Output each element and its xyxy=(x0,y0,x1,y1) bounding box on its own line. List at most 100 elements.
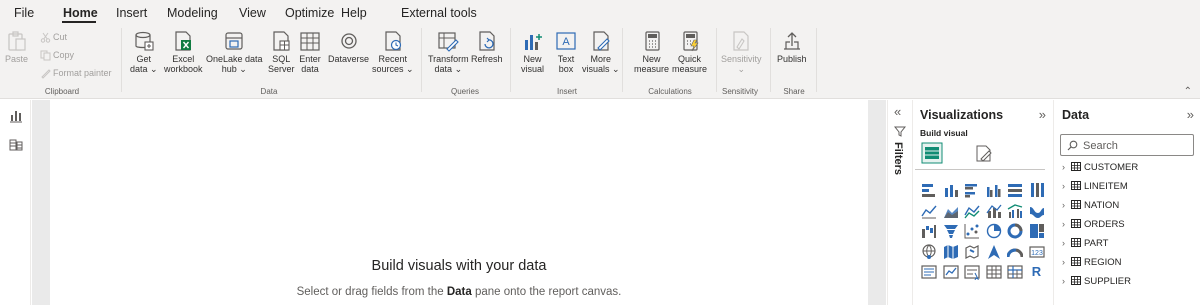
new-visual-button[interactable]: New visual xyxy=(521,30,544,74)
data-table-row[interactable]: › SUPPLIER xyxy=(1062,276,1131,292)
funnel-icon[interactable] xyxy=(943,223,959,239)
report-view-icon[interactable] xyxy=(8,108,24,124)
stacked-area-chart-icon[interactable] xyxy=(964,203,980,219)
clustered-column-chart-icon[interactable] xyxy=(986,182,1002,198)
donut-chart-icon[interactable] xyxy=(1007,223,1023,239)
tab-home[interactable]: Home xyxy=(63,6,98,20)
canvas-subtitle-text-2: pane onto the report canvas. xyxy=(471,286,622,298)
waterfall-chart-icon[interactable] xyxy=(921,223,937,239)
quick-measure-label-2: measure xyxy=(672,64,708,74)
tab-modeling[interactable]: Modeling xyxy=(167,6,218,20)
enter-data-button[interactable]: Enter data xyxy=(299,30,321,74)
shape-map-icon[interactable] xyxy=(964,244,980,260)
table-icon xyxy=(1071,257,1081,266)
data-table-row[interactable]: › CUSTOMER xyxy=(1062,162,1138,178)
stacked-column-chart-icon[interactable] xyxy=(943,182,959,198)
data-search-box xyxy=(1060,134,1194,156)
data-table-row[interactable]: › REGION xyxy=(1062,257,1121,273)
azure-map-icon[interactable] xyxy=(986,244,1002,260)
sql-server-icon xyxy=(273,31,290,51)
chevron-right-icon[interactable]: › xyxy=(1062,276,1071,286)
transform-data-button[interactable]: Transform data ⌄ xyxy=(428,30,469,74)
area-chart-icon[interactable] xyxy=(943,203,959,219)
copy-button[interactable]: Copy xyxy=(40,50,74,61)
collapse-visualizations-icon[interactable]: » xyxy=(1039,107,1046,122)
tab-help[interactable]: Help xyxy=(341,6,367,20)
canvas-empty-title: Build visuals with your data xyxy=(371,258,547,274)
ribbon-chart-icon[interactable] xyxy=(1029,203,1045,219)
r-visual-icon[interactable]: R xyxy=(1029,264,1045,280)
cut-button[interactable]: Cut xyxy=(40,32,67,43)
line-and-column-chart-icon[interactable] xyxy=(985,203,1002,219)
data-table-row[interactable]: › LINEITEM xyxy=(1062,181,1128,197)
text-box-button[interactable]: A Text box xyxy=(555,30,577,74)
filters-pane-collapsed[interactable]: « Filters xyxy=(887,100,911,305)
excel-icon xyxy=(175,31,192,51)
table-name: REGION xyxy=(1084,257,1122,268)
quick-measure-icon xyxy=(682,31,699,52)
line-and-clustered-column-chart-icon[interactable] xyxy=(1007,203,1023,219)
build-visual-tab-icon[interactable] xyxy=(921,142,943,164)
onelake-data-hub-button[interactable]: OneLake data hub ⌄ xyxy=(206,30,263,74)
format-visual-tab-icon[interactable] xyxy=(973,142,995,164)
chevron-right-icon[interactable]: › xyxy=(1062,181,1071,191)
kpi-icon[interactable] xyxy=(942,264,959,280)
expand-filters-icon[interactable]: « xyxy=(894,104,901,119)
get-data-button[interactable]: Get data ⌄ xyxy=(130,30,158,74)
paste-button[interactable]: Paste xyxy=(5,30,28,64)
chevron-right-icon[interactable]: › xyxy=(1062,257,1071,267)
text-box-label-2: box xyxy=(558,64,574,74)
tab-optimize[interactable]: Optimize xyxy=(285,6,334,20)
map-icon[interactable] xyxy=(921,243,937,260)
svg-text:A: A xyxy=(562,36,570,48)
gauge-icon[interactable] xyxy=(1007,244,1023,260)
clustered-bar-chart-icon[interactable] xyxy=(964,182,980,198)
tab-external-tools[interactable]: External tools xyxy=(401,6,477,20)
multi-row-card-icon[interactable] xyxy=(921,264,937,280)
matrix-icon[interactable] xyxy=(1007,264,1023,280)
data-table-row[interactable]: › ORDERS xyxy=(1062,219,1125,235)
tab-insert[interactable]: Insert xyxy=(116,6,147,20)
tab-file[interactable]: File xyxy=(14,6,34,20)
sensitivity-button[interactable]: Sensitivity ⌄ xyxy=(721,30,762,74)
collapse-ribbon-icon[interactable]: ⌃ xyxy=(1184,86,1192,97)
search-input[interactable] xyxy=(1083,138,1191,153)
scatter-chart-icon[interactable] xyxy=(964,223,980,239)
more-visuals-button[interactable]: More visuals ⌄ xyxy=(582,30,620,74)
pie-chart-icon[interactable] xyxy=(986,223,1002,239)
more-visuals-label-1: More xyxy=(590,54,612,64)
publish-button[interactable]: Publish xyxy=(777,30,807,64)
100-stacked-column-chart-icon[interactable] xyxy=(1029,182,1045,198)
table-view-icon[interactable] xyxy=(8,137,24,153)
chevron-right-icon[interactable]: › xyxy=(1062,219,1071,229)
stacked-bar-chart-icon[interactable] xyxy=(921,182,937,198)
refresh-button[interactable]: Refresh xyxy=(471,30,503,64)
excel-workbook-button[interactable]: Excel workbook xyxy=(164,30,203,74)
recent-sources-button[interactable]: Recent sources ⌄ xyxy=(372,30,414,74)
slicer-icon[interactable] xyxy=(964,264,980,280)
format-painter-button[interactable]: Format painter xyxy=(40,68,112,79)
card-icon[interactable]: 123 xyxy=(1028,244,1045,260)
data-table-row[interactable]: › PART xyxy=(1062,238,1108,254)
chevron-right-icon[interactable]: › xyxy=(1062,200,1071,210)
text-box-icon: A xyxy=(556,32,576,50)
collapse-data-icon[interactable]: » xyxy=(1187,107,1194,122)
line-chart-icon[interactable] xyxy=(921,203,937,219)
svg-text:123: 123 xyxy=(1031,250,1043,257)
sql-server-button[interactable]: SQL Server xyxy=(268,30,295,74)
data-table-row[interactable]: › NATION xyxy=(1062,200,1119,216)
table-icon xyxy=(1071,181,1081,190)
sensitivity-dropdown-chevron: ⌄ xyxy=(737,64,746,74)
chevron-right-icon[interactable]: › xyxy=(1062,238,1071,248)
chevron-right-icon[interactable]: › xyxy=(1062,162,1071,172)
dataverse-button[interactable]: Dataverse xyxy=(328,30,369,64)
100-stacked-bar-chart-icon[interactable] xyxy=(1007,182,1023,198)
new-measure-button[interactable]: New measure xyxy=(634,30,669,74)
filled-map-icon[interactable] xyxy=(943,244,959,260)
table-icon[interactable] xyxy=(985,264,1002,280)
tab-view[interactable]: View xyxy=(239,6,266,20)
group-separator xyxy=(622,28,623,92)
treemap-icon[interactable] xyxy=(1029,223,1045,239)
quick-measure-button[interactable]: Quick measure xyxy=(672,30,707,74)
report-canvas[interactable]: Build visuals with your data Select or d… xyxy=(50,100,868,305)
